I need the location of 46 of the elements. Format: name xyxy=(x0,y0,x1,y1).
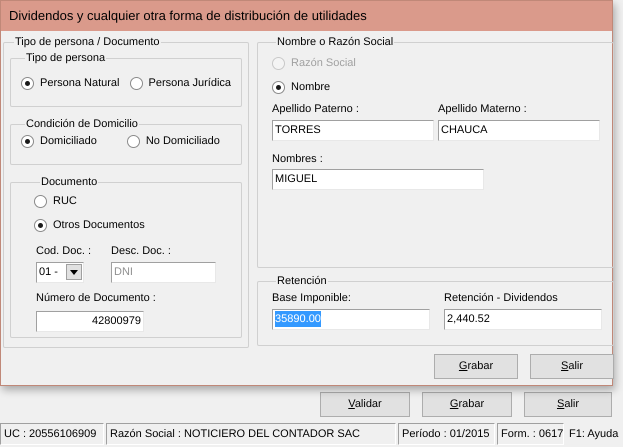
button[interactable]: Salir xyxy=(530,354,614,379)
status-text: Período : 01/2015 xyxy=(398,423,495,445)
status-text: Razón Social : NOTICIERO DEL CONTADOR SAC xyxy=(106,423,396,445)
input-field[interactable]: CHAUCA xyxy=(438,120,600,140)
field-label: Apellido Paterno : xyxy=(272,102,360,117)
field-label: Desc. Doc. : xyxy=(111,244,172,259)
field-label: Base Imponible: xyxy=(272,291,352,306)
group-label: Nombre o Razón Social xyxy=(276,35,394,49)
group-label: Tipo de persona / Documento xyxy=(14,35,161,49)
radio-button[interactable] xyxy=(34,218,47,232)
input-field[interactable]: 2,440.52 xyxy=(444,308,602,330)
field-label: Número de Documento : xyxy=(36,290,157,306)
button[interactable]: Salir xyxy=(524,392,612,417)
input-field[interactable]: MIGUEL xyxy=(272,169,484,190)
button[interactable]: Validar xyxy=(320,392,410,417)
group-label: Retención xyxy=(276,274,328,288)
radio-label: No Domiciliado xyxy=(146,134,220,149)
radio-label: Persona Jurídica xyxy=(148,76,232,91)
button[interactable]: Grabar xyxy=(422,392,512,417)
status-text: UC : 20556106909 xyxy=(0,423,104,445)
status-text: Form. : 0617 xyxy=(497,423,564,445)
status-text: F1: Ayuda xyxy=(568,426,620,442)
radio-label: Otros Documentos xyxy=(53,218,145,233)
radio-label: Nombre xyxy=(291,80,330,95)
radio-label: Razón Social xyxy=(291,56,356,71)
window-title: Dividendos y cualquier otra forma de distribución de utilidades xyxy=(1,1,612,31)
radio-button[interactable] xyxy=(272,80,286,94)
radio-button[interactable] xyxy=(126,134,140,148)
group-label: Tipo de persona xyxy=(25,51,106,65)
radio-label: Domiciliado xyxy=(40,134,97,149)
dropdown[interactable]: 01 - xyxy=(36,262,84,282)
input-field[interactable]: 42800979 xyxy=(36,311,144,332)
radio-label: RUC xyxy=(53,194,77,209)
radio-button[interactable] xyxy=(21,76,34,90)
group-label: Condición de Domicilio xyxy=(25,117,139,131)
field-label: Retención - Dividendos xyxy=(444,291,559,306)
radio-button[interactable] xyxy=(130,76,142,90)
input-field[interactable]: TORRES xyxy=(272,120,434,140)
field-label: Apellido Materno : xyxy=(438,102,528,117)
field-label: Cod. Doc. : xyxy=(36,244,92,259)
button[interactable]: Grabar xyxy=(434,354,518,379)
radio-button[interactable] xyxy=(21,134,34,148)
group-label: Documento xyxy=(40,175,98,189)
field-label: Nombres : xyxy=(272,152,324,166)
radio-label: Persona Natural xyxy=(40,76,120,91)
radio-button[interactable] xyxy=(34,194,47,208)
